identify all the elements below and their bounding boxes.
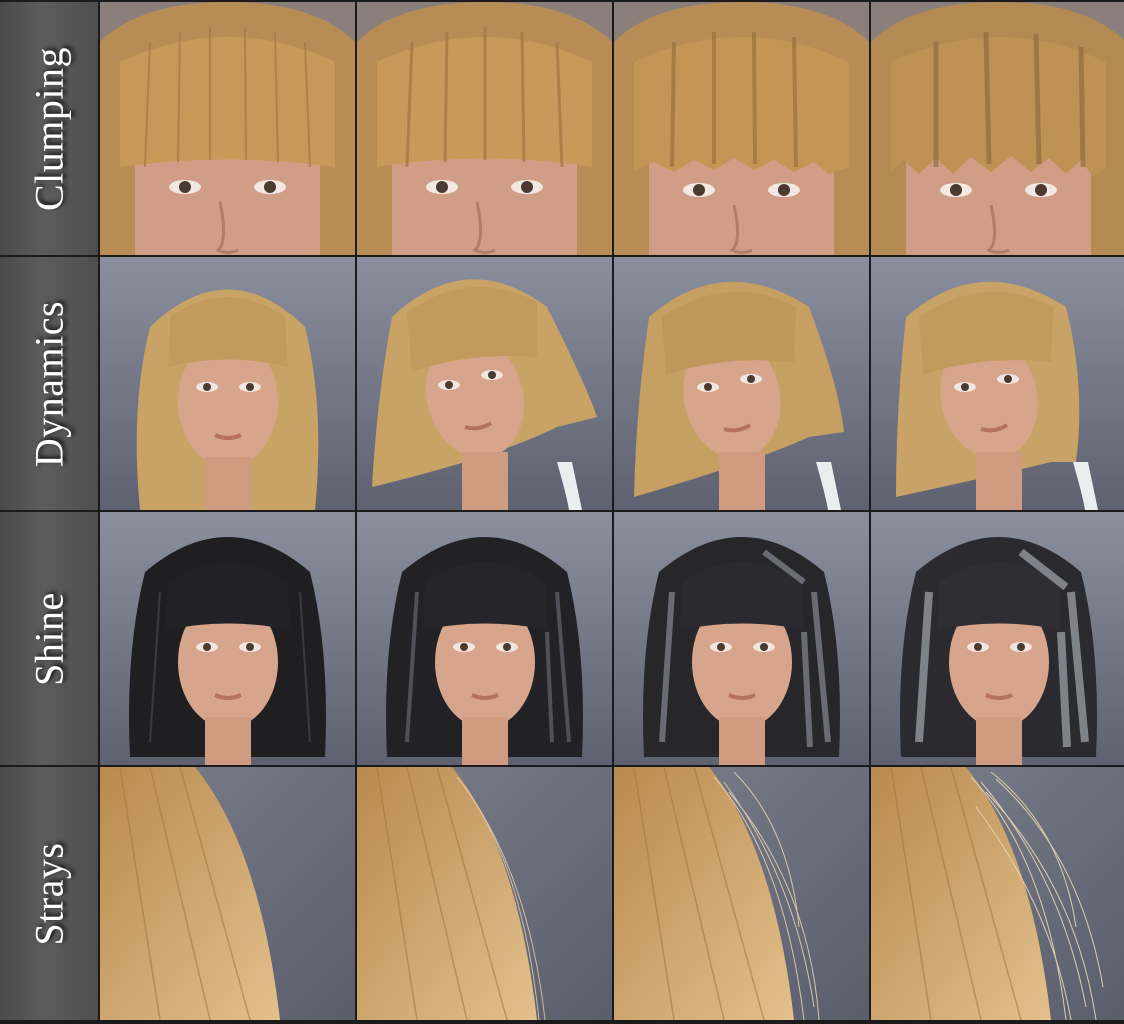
dynamics-variant-3 bbox=[614, 257, 869, 510]
shine-variant-3 bbox=[614, 512, 869, 765]
clumping-variant-3 bbox=[614, 2, 869, 255]
dynamics-variant-2 bbox=[357, 257, 612, 510]
row-label-dynamics: Dynamics bbox=[0, 257, 98, 510]
strays-variant-3 bbox=[614, 767, 869, 1020]
dynamics-variant-4 bbox=[871, 257, 1124, 510]
shine-variant-1 bbox=[100, 512, 355, 765]
comparison-grid: Clumping Dynamics Shine Strays bbox=[0, 0, 1124, 1024]
strays-variant-2 bbox=[357, 767, 612, 1020]
clumping-variant-1 bbox=[100, 2, 355, 255]
strays-variant-4 bbox=[871, 767, 1124, 1020]
row-label-strays: Strays bbox=[0, 767, 98, 1020]
row-label-shine: Shine bbox=[0, 512, 98, 765]
strays-variant-1 bbox=[100, 767, 355, 1020]
dynamics-variant-1 bbox=[100, 257, 355, 510]
clumping-variant-4 bbox=[871, 2, 1124, 255]
shine-variant-4 bbox=[871, 512, 1124, 765]
shine-variant-2 bbox=[357, 512, 612, 765]
row-label-clumping: Clumping bbox=[0, 2, 98, 255]
clumping-variant-2 bbox=[357, 2, 612, 255]
